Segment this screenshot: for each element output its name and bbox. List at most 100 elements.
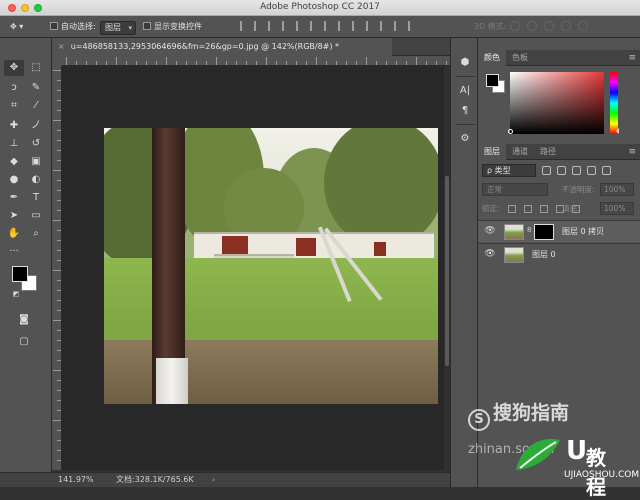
blur-icon[interactable]: ● xyxy=(4,172,24,188)
ruler-tick xyxy=(296,61,297,65)
layer-filter-icons[interactable] xyxy=(542,166,611,175)
layer-name[interactable]: 图层 0 拷贝 xyxy=(562,221,604,243)
layer-kind-filter[interactable]: ρ 类型 xyxy=(482,164,536,177)
layer-mask-thumbnail[interactable] xyxy=(534,224,554,240)
pen-icon[interactable]: ✒ xyxy=(4,190,24,206)
drag-3d-icon xyxy=(544,21,554,31)
tab-channels[interactable]: 通道 xyxy=(506,144,534,160)
fill-input[interactable]: 100% xyxy=(600,202,634,215)
move-tool-preset-icon[interactable]: ✥ ▾ xyxy=(10,21,23,33)
lasso-icon[interactable]: ↄ xyxy=(4,80,24,96)
show-transform-checkbox[interactable] xyxy=(143,22,151,30)
default-colors-icon[interactable]: ◩ xyxy=(6,286,26,302)
panel-menu-icon[interactable]: ≡ xyxy=(628,144,636,160)
color-panel-foreground-swatch[interactable] xyxy=(486,74,499,87)
foreground-color-swatch[interactable] xyxy=(12,266,28,282)
layer-row[interactable]: 👁 8 图层 0 拷贝 xyxy=(478,220,640,242)
tab-layers[interactable]: 图层 xyxy=(478,144,506,160)
distribute-left-icon[interactable] xyxy=(366,21,375,31)
hand-icon[interactable]: ✋ xyxy=(4,226,24,242)
navigator-icon[interactable]: ⬢ xyxy=(458,56,472,70)
mask-link-icon[interactable]: 8 xyxy=(527,226,531,234)
document-image[interactable] xyxy=(104,128,438,404)
opacity-input[interactable]: 100% xyxy=(600,183,634,196)
filter-shape-icon[interactable] xyxy=(587,166,596,175)
character-icon[interactable]: A| xyxy=(458,84,472,98)
auto-select-value[interactable]: 图层 xyxy=(100,21,136,35)
show-transform-checkbox-group[interactable]: 显示变换控件 xyxy=(143,21,202,33)
align-distribute-icons[interactable] xyxy=(240,21,417,31)
distribute-right-icon[interactable] xyxy=(394,21,403,31)
layer-thumbnail[interactable] xyxy=(504,247,524,263)
auto-align-icon[interactable] xyxy=(408,21,417,31)
marquee-icon[interactable]: ⬚ xyxy=(26,60,46,76)
tab-color[interactable]: 颜色 xyxy=(478,50,506,66)
eraser-icon[interactable]: ◆ xyxy=(4,154,24,170)
align-left-icon[interactable] xyxy=(282,21,291,31)
tab-paths[interactable]: 路径 xyxy=(534,144,562,160)
quick-select-icon[interactable]: ✎ xyxy=(26,80,46,96)
quick-mask-icon[interactable]: ◙ xyxy=(14,312,34,328)
close-icon[interactable]: × xyxy=(58,42,65,51)
ruler-tick xyxy=(426,61,427,65)
distribute-hcenter-icon[interactable] xyxy=(380,21,389,31)
ruler-tick xyxy=(116,57,117,65)
canvas-area[interactable] xyxy=(62,66,444,470)
hue-slider[interactable] xyxy=(610,72,618,134)
auto-select-checkbox-group[interactable]: 自动选择: xyxy=(50,21,96,33)
filter-adjustment-icon[interactable] xyxy=(557,166,566,175)
color-picker-field[interactable] xyxy=(510,72,604,134)
layer-name[interactable]: 图层 0 xyxy=(532,244,556,266)
align-bottom-icon[interactable] xyxy=(268,21,277,31)
distribute-top-icon[interactable] xyxy=(324,21,333,31)
blend-mode-select[interactable]: 正常 xyxy=(482,183,548,196)
align-top-icon[interactable] xyxy=(240,21,249,31)
visibility-eye-icon[interactable]: 👁 xyxy=(484,225,496,237)
filter-smart-object-icon[interactable] xyxy=(602,166,611,175)
lock-image-icon[interactable] xyxy=(524,205,532,213)
move-icon[interactable]: ✥ xyxy=(4,60,24,76)
document-tab[interactable]: × u=486858133,2953064696&fm=26&gp=0.jpg @… xyxy=(52,38,392,56)
dodge-icon[interactable]: ◐ xyxy=(26,172,46,188)
layer-row[interactable]: 👁 图层 0 xyxy=(478,243,640,265)
align-right-icon[interactable] xyxy=(310,21,319,31)
properties-icon[interactable]: ⚙ xyxy=(458,132,472,146)
type-icon[interactable]: T xyxy=(26,190,46,206)
tab-swatches[interactable]: 色板 xyxy=(506,50,534,66)
distribute-vcenter-icon[interactable] xyxy=(338,21,347,31)
clone-stamp-icon[interactable]: ⊥ xyxy=(4,136,24,152)
visibility-eye-icon[interactable]: 👁 xyxy=(484,248,496,260)
zoom-icon[interactable]: ⌕ xyxy=(26,226,46,242)
auto-select-dropdown[interactable]: 图层 xyxy=(100,21,136,35)
eyedropper-icon[interactable]: ⁄ xyxy=(26,98,46,114)
layer-thumbnail[interactable] xyxy=(504,224,524,240)
paragraph-icon[interactable]: ¶ xyxy=(458,104,472,118)
filter-pixel-icon[interactable] xyxy=(542,166,551,175)
lock-position-icon[interactable] xyxy=(540,205,548,213)
brush-icon[interactable]: ノ xyxy=(26,118,46,134)
crop-icon[interactable]: ⌗ xyxy=(4,98,24,114)
auto-select-checkbox[interactable] xyxy=(50,22,58,30)
panel-menu-icon[interactable]: ≡ xyxy=(628,50,636,66)
rectangle-shape-icon[interactable]: ▭ xyxy=(26,208,46,224)
healing-brush-icon[interactable]: ✚ xyxy=(4,118,24,134)
gradient-icon[interactable]: ▣ xyxy=(26,154,46,170)
mode-3d-label: 3D 模式: xyxy=(474,22,507,31)
vertical-ruler[interactable] xyxy=(52,66,62,470)
zoom-level[interactable]: 141.97% xyxy=(58,473,94,487)
screen-mode-icon[interactable]: ▢ xyxy=(14,334,34,350)
ruler-corner[interactable] xyxy=(52,56,62,66)
distribute-bottom-icon[interactable] xyxy=(352,21,361,31)
align-vcenter-icon[interactable] xyxy=(254,21,263,31)
filter-type-icon[interactable] xyxy=(572,166,581,175)
color-picker-marker[interactable] xyxy=(508,129,513,134)
align-hcenter-icon[interactable] xyxy=(296,21,305,31)
ruler-tick xyxy=(53,120,61,121)
history-brush-icon[interactable]: ↺ xyxy=(26,136,46,152)
horizontal-ruler[interactable] xyxy=(62,56,450,66)
path-selection-icon[interactable]: ➤ xyxy=(4,208,24,224)
status-menu-arrow-icon[interactable]: › xyxy=(212,473,215,487)
lock-transparent-icon[interactable] xyxy=(508,205,516,213)
more-tools-icon[interactable]: ··· xyxy=(4,244,24,260)
vertical-scrollbar-thumb[interactable] xyxy=(445,176,449,366)
